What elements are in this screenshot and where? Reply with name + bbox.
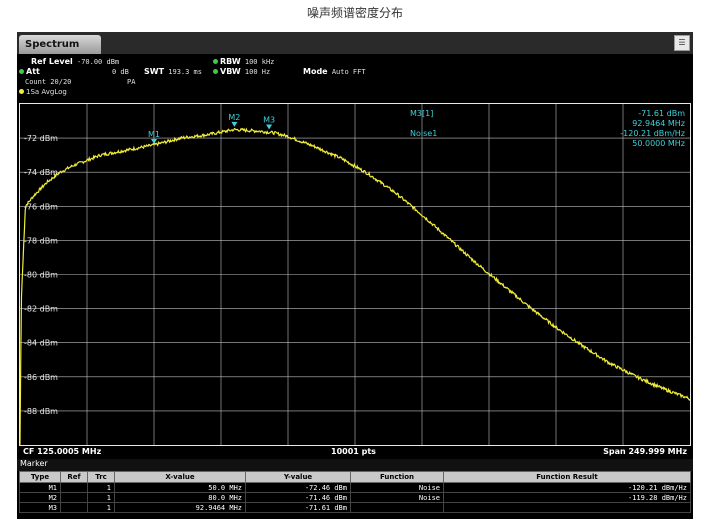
att-value: 0 dB [112, 68, 129, 76]
table-row[interactable]: M2 1 80.0 MHz -71.46 dBm Noise -119.28 d… [19, 492, 691, 503]
vbw-value: 100 Hz [244, 68, 271, 76]
table-row[interactable]: M1 1 50.0 MHz -72.46 dBm Noise -120.21 d… [19, 482, 691, 493]
marker-readout-level: -71.61 dBm [638, 109, 685, 118]
page-title: 噪声频谱密度分布 [306, 6, 403, 20]
y-tick-label: -86 dBm [24, 373, 58, 382]
analyzer-window: Spectrum ☰ Ref Level -70.00 dBm Att 0 dB… [17, 32, 693, 519]
status-bar: CF 125.0005 MHz 10001 pts Span 249.999 M… [19, 446, 691, 458]
mode-label: Mode [303, 67, 328, 76]
count-value: 20/20 [50, 78, 72, 86]
mode-value: Auto FFT [331, 68, 366, 76]
cell-y-value: -71.46 dBm [245, 492, 351, 503]
att-label: Att [26, 67, 40, 76]
noise-readout-freq: 50.0000 MHz [632, 139, 685, 148]
marker-table-header: Type Ref Trc X-value Y-value Function Fu… [19, 471, 691, 483]
vbw-label: VBW [220, 67, 241, 76]
marker-m2-icon [231, 121, 238, 127]
marker-m3-label: M3 [263, 115, 275, 124]
cell-function: Noise [350, 482, 444, 493]
col-y-value: Y-value [245, 471, 351, 483]
cell-function-result: -120.21 dBm/Hz [443, 482, 691, 493]
swt-value: 193.3 ms [168, 68, 202, 76]
rbw-value: 100 kHz [244, 58, 275, 66]
count-label: Count [25, 78, 47, 86]
tab-bar: Spectrum ☰ [17, 32, 693, 54]
cell-x-value: 80.0 MHz [114, 492, 246, 503]
tab-spectrum[interactable]: Spectrum [19, 35, 101, 54]
sweep-points: 10001 pts [331, 447, 376, 456]
swt-label: SWT [144, 67, 165, 76]
marker-m1-label: M1 [148, 130, 160, 139]
cell-trc: 1 [87, 482, 115, 493]
span: Span 249.999 MHz [603, 447, 687, 456]
y-tick-label: -74 dBm [24, 168, 58, 177]
status-dot-icon [19, 69, 24, 74]
y-tick-label: -84 dBm [24, 339, 58, 348]
y-tick-label: -78 dBm [24, 236, 58, 245]
y-tick-label: -80 dBm [24, 271, 58, 280]
col-trc: Trc [87, 471, 115, 483]
center-frequency: CF 125.0005 MHz [23, 447, 102, 456]
marker-m3-icon [266, 124, 273, 130]
col-ref: Ref [60, 471, 88, 483]
cell-x-value: 92.9464 MHz [114, 502, 246, 513]
marker-m2-label: M2 [228, 113, 240, 122]
menu-icon[interactable]: ☰ [674, 35, 690, 51]
cell-y-value: -72.46 dBm [245, 482, 351, 493]
cell-trc: 1 [87, 502, 115, 513]
cell-ref [60, 482, 88, 493]
cell-function-result: -119.28 dBm/Hz [443, 492, 691, 503]
y-tick-label: -76 dBm [24, 202, 58, 211]
cell-function [350, 502, 444, 513]
marker-table-title: Marker [17, 459, 693, 471]
rbw-label: RBW [220, 57, 241, 66]
cell-ref [60, 502, 88, 513]
noise-readout-label: Noise1 [410, 129, 437, 138]
ref-level-value: -70.00 dBm [76, 58, 120, 66]
marker-readout-label: M3[1] [410, 109, 433, 118]
cell-trc: 1 [87, 492, 115, 503]
parameter-panel: Ref Level -70.00 dBm Att 0 dB SWT 193.3 … [17, 54, 693, 98]
col-type: Type [19, 471, 61, 483]
cell-y-value: -71.61 dBm [245, 502, 351, 513]
spectrum-chart: -72 dBm -74 dBm -76 dBm -78 dBm -80 dBm -82 d… [19, 104, 691, 445]
cell-type: M2 [19, 492, 61, 503]
marker-readout-freq: 92.9464 MHz [632, 119, 685, 128]
ref-level-label: Ref Level [31, 57, 73, 66]
spectrum-plot[interactable]: -72 dBm -74 dBm -76 dBm -78 dBm -80 dBm -82 d… [19, 103, 691, 446]
marker-table: Type Ref Trc X-value Y-value Function Fu… [19, 471, 691, 513]
y-tick-label: -82 dBm [24, 305, 58, 314]
y-tick-label: -88 dBm [24, 407, 58, 416]
cell-ref [60, 492, 88, 503]
rbw-dot-icon [213, 59, 218, 64]
noise-readout-value: -120.21 dBm/Hz [620, 129, 685, 138]
cell-function: Noise [350, 492, 444, 503]
col-function-result: Function Result [443, 471, 691, 483]
col-function: Function [350, 471, 444, 483]
col-x-value: X-value [114, 471, 246, 483]
cell-x-value: 50.0 MHz [114, 482, 246, 493]
cell-function-result [443, 502, 691, 513]
pa-label: PA [127, 78, 136, 86]
y-tick-label: -72 dBm [24, 134, 58, 143]
trace-label: 1Sa AvgLog [26, 88, 67, 96]
table-row[interactable]: M3 1 92.9464 MHz -71.61 dBm [19, 502, 691, 513]
trace-dot-icon [19, 89, 24, 94]
vbw-dot-icon [213, 69, 218, 74]
cell-type: M3 [19, 502, 61, 513]
cell-type: M1 [19, 482, 61, 493]
